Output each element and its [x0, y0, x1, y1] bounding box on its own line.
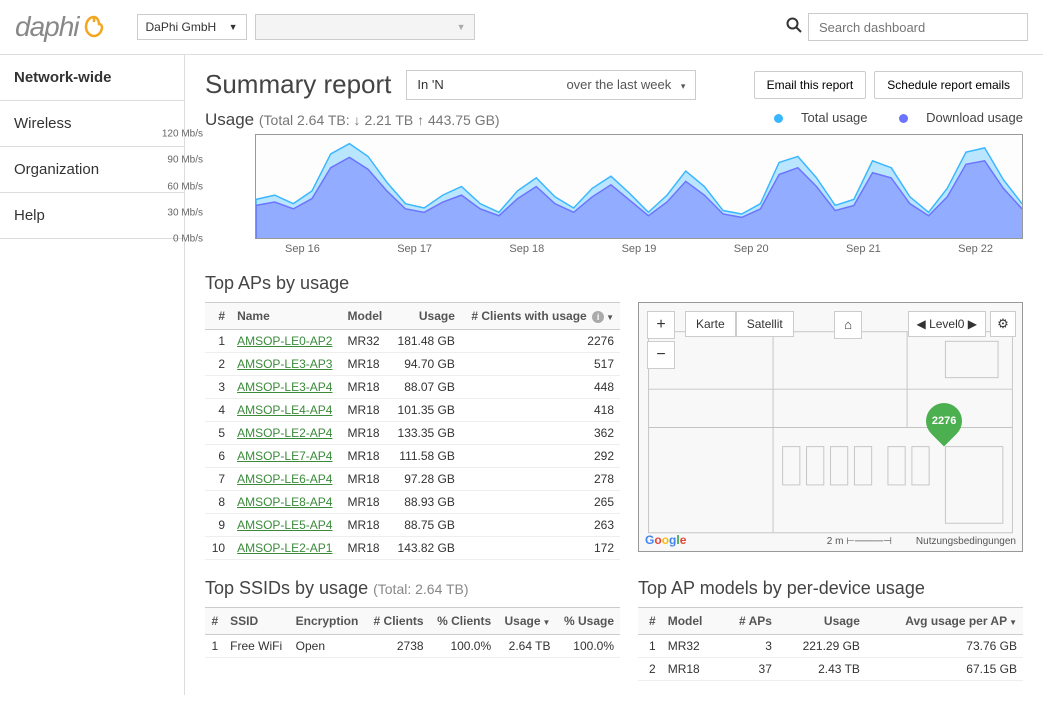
ap-link[interactable]: AMSOP-LE4-AP4 [237, 403, 332, 417]
x-tick: Sep 21 [846, 243, 881, 255]
top-ssids-title: Top SSIDs by usage (Total: 2.64 TB) [205, 578, 620, 599]
map-settings-button[interactable]: ⚙ [990, 311, 1016, 337]
th-pclients[interactable]: % Clients [430, 608, 498, 635]
table-row: 5AMSOP-LE2-AP4MR18133.35 GB362 [205, 422, 620, 445]
table-row: 1MR323221.29 GB73.76 GB [638, 635, 1023, 658]
network-dropdown[interactable]: ▼ [255, 14, 475, 40]
map-scale: 2 m ⊢────⊣ [827, 536, 892, 547]
th-pusage[interactable]: % Usage [556, 608, 620, 635]
main-content: Summary report In 'N over the last week … [185, 55, 1043, 695]
chevron-down-icon: ▼ [229, 22, 238, 32]
usage-label: Usage [205, 110, 254, 129]
table-row: 1AMSOP-LE0-AP2MR32181.48 GB2276 [205, 330, 620, 353]
legend-dot-total [774, 114, 783, 123]
table-row: 2MR18372.43 TB67.15 GB [638, 658, 1023, 681]
table-row: 9AMSOP-LE5-AP4MR1888.75 GB263 [205, 514, 620, 537]
usage-chart [255, 134, 1023, 239]
chevron-down-icon: ▾ [681, 81, 686, 91]
table-row: 4AMSOP-LE4-AP4MR18101.35 GB418 [205, 399, 620, 422]
chart-x-axis: Sep 16 Sep 17 Sep 18 Sep 19 Sep 20 Sep 21 Sep … [255, 239, 1023, 255]
table-row: 6AMSOP-LE7-AP4MR18111.58 GB292 [205, 445, 620, 468]
th-usage[interactable]: Usage [778, 608, 866, 635]
ap-link[interactable]: AMSOP-LE3-AP4 [237, 380, 332, 394]
th-num[interactable]: # [638, 608, 662, 635]
th-nclients[interactable]: # Clients [366, 608, 429, 635]
x-tick: Sep 18 [509, 243, 544, 255]
usage-detail: (Total 2.64 TB: ↓ 2.21 TB ↑ 443.75 GB) [259, 112, 500, 128]
sidebar-item-network-wide[interactable]: Network-wide [0, 55, 184, 101]
ap-link[interactable]: AMSOP-LE3-AP3 [237, 357, 332, 371]
logo-icon [81, 14, 107, 40]
th-naps[interactable]: # APs [721, 608, 778, 635]
th-avg[interactable]: Avg usage per AP▼ [866, 608, 1023, 635]
y-tick: 90 Mb/s [167, 155, 203, 166]
x-tick: Sep 16 [285, 243, 320, 255]
map-zoom-out-button[interactable]: − [647, 341, 675, 369]
chart-legend: Total usage Download usage [746, 110, 1023, 125]
report-filter-dropdown[interactable]: In 'N over the last week ▾ [406, 70, 696, 100]
chevron-down-icon: ▼ [457, 22, 466, 32]
top-models-title: Top AP models by per-device usage [638, 578, 1023, 599]
th-name[interactable]: Name [231, 303, 341, 330]
ap-link[interactable]: AMSOP-LE6-AP4 [237, 472, 332, 486]
map-level-dropdown[interactable]: ◀ Level0 ▶ [908, 311, 987, 337]
x-tick: Sep 20 [734, 243, 769, 255]
ap-link[interactable]: AMSOP-LE7-AP4 [237, 449, 332, 463]
legend-dot-download [899, 114, 908, 123]
map-heatmap-marker[interactable]: 2276 [926, 403, 962, 445]
y-tick: 30 Mb/s [167, 207, 203, 218]
table-row: 3AMSOP-LE3-AP4MR1888.07 GB448 [205, 376, 620, 399]
th-ssid[interactable]: SSID [224, 608, 290, 635]
table-row: 7AMSOP-LE6-AP4MR1897.28 GB278 [205, 468, 620, 491]
map-home-button[interactable]: ⌂ [834, 311, 862, 339]
map-floorplan[interactable]: + − Karte Satellit ⌂ ◀ Level0 ▶ ⚙ 2276 G… [638, 302, 1023, 552]
top-ssids-table: # SSID Encryption # Clients % Clients Us… [205, 607, 620, 658]
x-tick: Sep 22 [958, 243, 993, 255]
org-dropdown[interactable]: DaPhi GmbH▼ [137, 14, 247, 40]
th-clients[interactable]: # Clients with usage i▼ [461, 303, 620, 330]
logo-text: daphi [15, 11, 79, 43]
schedule-report-button[interactable]: Schedule report emails [874, 71, 1023, 99]
map-terms-link[interactable]: Nutzungsbedingungen [916, 536, 1016, 547]
th-enc[interactable]: Encryption [290, 608, 366, 635]
table-row: 10AMSOP-LE2-AP1MR18143.82 GB172 [205, 537, 620, 560]
email-report-button[interactable]: Email this report [754, 71, 867, 99]
th-num[interactable]: # [205, 608, 224, 635]
ap-link[interactable]: AMSOP-LE2-AP4 [237, 426, 332, 440]
th-num[interactable]: # [205, 303, 231, 330]
th-model[interactable]: Model [342, 303, 390, 330]
top-aps-table: # Name Model Usage # Clients with usage … [205, 302, 620, 560]
map-tab-satellite[interactable]: Satellit [736, 311, 794, 337]
info-icon: i [592, 311, 604, 323]
y-tick: 0 Mb/s [173, 234, 203, 245]
map-zoom-in-button[interactable]: + [647, 311, 675, 339]
page-title: Summary report [205, 69, 391, 100]
ap-link[interactable]: AMSOP-LE0-AP2 [237, 334, 332, 348]
search-icon [786, 17, 802, 38]
search-input[interactable] [808, 13, 1028, 41]
header: daphi DaPhi GmbH▼ ▼ [0, 0, 1043, 55]
ap-link[interactable]: AMSOP-LE5-AP4 [237, 518, 332, 532]
table-row: 8AMSOP-LE8-AP4MR1888.93 GB265 [205, 491, 620, 514]
x-tick: Sep 17 [397, 243, 432, 255]
th-usage[interactable]: Usage [390, 303, 461, 330]
ap-link[interactable]: AMSOP-LE8-AP4 [237, 495, 332, 509]
y-tick: 60 Mb/s [167, 181, 203, 192]
map-tab-map[interactable]: Karte [685, 311, 736, 337]
table-row: 2AMSOP-LE3-AP3MR1894.70 GB517 [205, 353, 620, 376]
top-models-table: # Model # APs Usage Avg usage per AP▼ 1M… [638, 607, 1023, 681]
ap-link[interactable]: AMSOP-LE2-AP1 [237, 541, 332, 555]
google-logo: Google [645, 533, 686, 547]
y-tick: 120 Mb/s [162, 129, 203, 140]
table-row: 1Free WiFiOpen2738100.0%2.64 TB100.0% [205, 635, 620, 658]
top-aps-title: Top APs by usage [205, 273, 620, 294]
th-usage[interactable]: Usage▼ [497, 608, 556, 635]
x-tick: Sep 19 [622, 243, 657, 255]
th-model[interactable]: Model [662, 608, 721, 635]
